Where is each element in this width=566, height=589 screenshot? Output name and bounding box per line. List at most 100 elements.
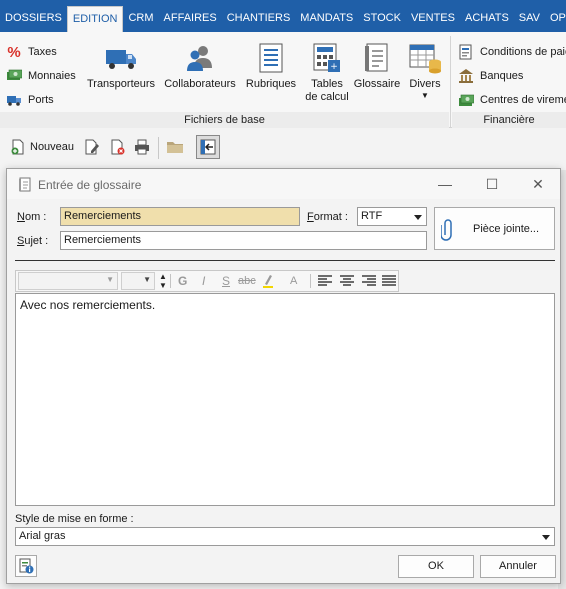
ribbon-ports-button[interactable]: Ports bbox=[6, 88, 76, 112]
style-label: Style de mise en forme : bbox=[15, 513, 134, 525]
rubriques-button[interactable]: Rubriques bbox=[244, 42, 298, 91]
highlighter-icon[interactable] bbox=[262, 273, 274, 289]
glossary-entry-dialog: Entrée de glossaire — ☐ ✕ Nom : Remercie… bbox=[6, 168, 561, 584]
truck-icon bbox=[86, 42, 156, 74]
nouveau-label: Nouveau bbox=[30, 141, 75, 153]
rich-text-editor[interactable]: Avec nos remerciements. bbox=[15, 293, 555, 506]
format-dropdown-arrow-icon bbox=[414, 215, 422, 220]
folder-button[interactable] bbox=[166, 139, 184, 155]
exit-panel-icon bbox=[200, 139, 216, 155]
ribbon-conditions-button[interactable]: Conditions de paie bbox=[458, 40, 566, 64]
align-left-icon[interactable] bbox=[318, 275, 332, 287]
sujet-input[interactable]: Remerciements bbox=[60, 231, 427, 250]
menu-tab-operations[interactable]: OPERA bbox=[545, 6, 566, 32]
truck-small-icon bbox=[6, 93, 22, 107]
ribbon-banques-label: Banques bbox=[480, 70, 524, 82]
glossaire-button[interactable]: Glossaire bbox=[352, 42, 402, 91]
nouveau-button[interactable]: Nouveau bbox=[10, 139, 74, 155]
tables-label-line1: Tables bbox=[311, 78, 343, 90]
collaborateurs-label: Collaborateurs bbox=[164, 78, 236, 90]
menu-tab-stock[interactable]: STOCK bbox=[358, 6, 406, 32]
printer-icon bbox=[134, 139, 150, 155]
close-icon[interactable]: ✕ bbox=[528, 175, 548, 193]
bank-icon bbox=[458, 68, 474, 84]
tables-label-line2: de calcul bbox=[305, 91, 349, 103]
ribbon-centres-virement-label: Centres de viremen bbox=[480, 94, 566, 106]
chevron-down-icon: ▼ bbox=[106, 275, 114, 284]
style-select[interactable]: Arial gras bbox=[15, 527, 555, 546]
menu-tab-affaires[interactable]: AFFAIRES bbox=[159, 6, 222, 32]
menu-tab-ventes[interactable]: VENTES bbox=[406, 6, 460, 32]
ribbon-financiere-group: Conditions de paie Banques Centres de vi… bbox=[458, 40, 566, 112]
glossaire-label: Glossaire bbox=[353, 78, 401, 90]
menu-tab-dossiers[interactable]: DOSSIERS bbox=[0, 6, 67, 32]
piece-jointe-button[interactable]: Pièce jointe... bbox=[434, 207, 555, 250]
edit-document-icon bbox=[84, 139, 100, 155]
nom-input[interactable]: Remerciements bbox=[60, 207, 300, 226]
divers-dropdown-button[interactable]: Divers ▼ bbox=[404, 42, 446, 100]
edit-button[interactable] bbox=[84, 139, 100, 155]
piece-jointe-label: Pièce jointe... bbox=[473, 223, 540, 235]
ribbon-taxes-label: Taxes bbox=[28, 46, 57, 58]
menu-tab-mandats[interactable]: MANDATS bbox=[295, 6, 358, 32]
align-justify-icon[interactable] bbox=[382, 275, 396, 287]
menu-tab-sav[interactable]: SAV bbox=[514, 6, 545, 32]
divers-label: Divers bbox=[409, 78, 441, 90]
ribbon-taxes-button[interactable]: % Taxes bbox=[6, 40, 76, 64]
dialog-titlebar[interactable]: Entrée de glossaire — ☐ ✕ bbox=[7, 169, 560, 199]
menu-tab-edition[interactable]: EDITION bbox=[66, 6, 124, 32]
info-button[interactable] bbox=[15, 555, 37, 577]
format-select-value: RTF bbox=[361, 210, 383, 222]
format-select[interactable]: RTF bbox=[357, 207, 427, 226]
users-icon bbox=[164, 42, 236, 74]
list-document-icon bbox=[244, 42, 298, 74]
menu-tab-chantiers[interactable]: CHANTIERS bbox=[222, 6, 296, 32]
print-button[interactable] bbox=[134, 139, 150, 155]
tables-de-calcul-button[interactable]: + Tables de calcul bbox=[302, 42, 352, 104]
italic-button[interactable]: I bbox=[202, 274, 205, 288]
chevron-down-icon: ▼ bbox=[143, 275, 151, 284]
ribbon-banques-button[interactable]: Banques bbox=[458, 64, 566, 88]
ribbon-conditions-label: Conditions de paie bbox=[480, 46, 566, 58]
group-label-financiere: Financière bbox=[452, 112, 566, 128]
underline-button[interactable]: S bbox=[222, 274, 230, 288]
ribbon-monnaies-label: Monnaies bbox=[28, 70, 76, 82]
ribbon: % Taxes Monnaies Ports Transporteurs Col… bbox=[0, 32, 566, 128]
toolbar: Nouveau bbox=[0, 129, 566, 167]
font-color-button[interactable]: A bbox=[290, 275, 297, 287]
ribbon-monnaies-button[interactable]: Monnaies bbox=[6, 64, 76, 88]
ribbon-ports-label: Ports bbox=[28, 94, 54, 106]
style-dropdown-arrow-icon bbox=[542, 535, 550, 540]
delete-button[interactable] bbox=[110, 139, 126, 155]
money-transfer-icon bbox=[458, 92, 474, 108]
font-family-select[interactable]: ▼ bbox=[18, 272, 118, 290]
transporteurs-button[interactable]: Transporteurs bbox=[86, 42, 156, 91]
ribbon-centres-virement-button[interactable]: Centres de viremen bbox=[458, 88, 566, 112]
delete-document-icon bbox=[110, 139, 126, 155]
conditions-document-icon bbox=[458, 44, 474, 60]
format-label: Format : bbox=[307, 211, 348, 223]
exit-button[interactable] bbox=[196, 135, 220, 159]
font-size-spin-icon[interactable]: ▲ ▼ bbox=[159, 272, 167, 290]
collaborateurs-button[interactable]: Collaborateurs bbox=[164, 42, 236, 91]
minimize-icon[interactable]: — bbox=[435, 175, 455, 193]
glossary-book-icon bbox=[352, 42, 402, 74]
strikethrough-button[interactable]: abc bbox=[238, 275, 256, 287]
main-menubar: DOSSIERS EDITION CRM AFFAIRES CHANTIERS … bbox=[0, 0, 566, 32]
formatting-toolbar: ▼ ▼ ▲ ▼ G I S abc A bbox=[15, 270, 399, 292]
paperclip-icon bbox=[441, 217, 455, 241]
rubriques-label: Rubriques bbox=[245, 78, 297, 90]
chevron-down-icon: ▼ bbox=[421, 91, 429, 100]
font-size-select[interactable]: ▼ bbox=[121, 272, 155, 290]
align-right-icon[interactable] bbox=[362, 275, 376, 287]
dialog-divider bbox=[15, 260, 555, 261]
cancel-button[interactable]: Annuler bbox=[480, 555, 556, 578]
maximize-icon[interactable]: ☐ bbox=[482, 175, 502, 193]
align-center-icon[interactable] bbox=[340, 275, 354, 287]
ok-button[interactable]: OK bbox=[398, 555, 474, 578]
folder-icon bbox=[166, 139, 184, 155]
bold-button[interactable]: G bbox=[178, 274, 187, 288]
transporteurs-label: Transporteurs bbox=[86, 78, 156, 90]
menu-tab-crm[interactable]: CRM bbox=[123, 6, 158, 32]
menu-tab-achats[interactable]: ACHATS bbox=[460, 6, 514, 32]
